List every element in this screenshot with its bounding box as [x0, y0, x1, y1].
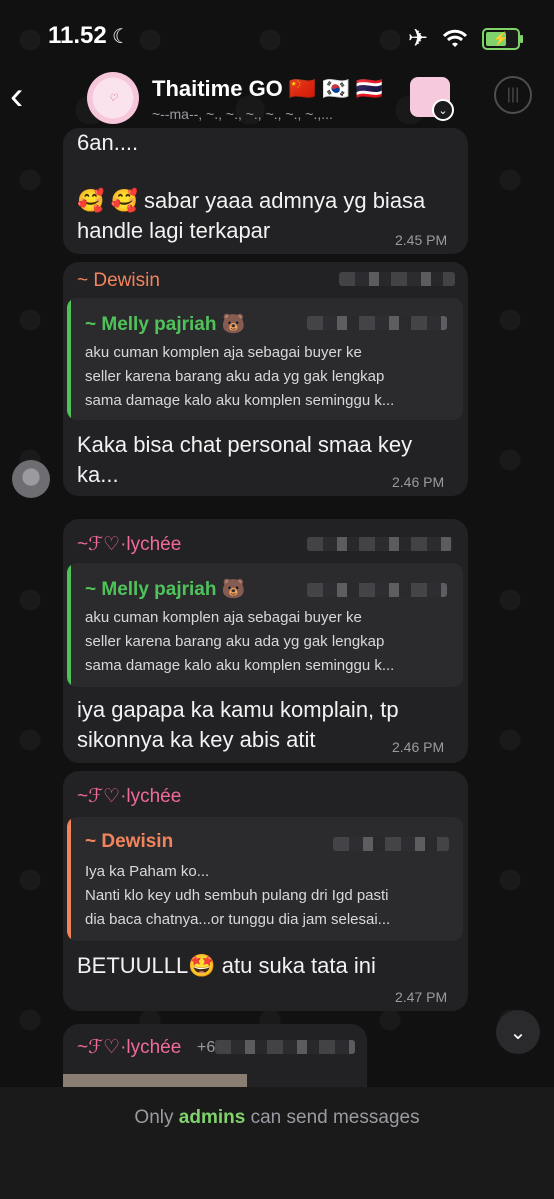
- reply-phone-blurred: [307, 316, 447, 330]
- message-time: 2.45 PM: [395, 232, 448, 248]
- message-bubble[interactable]: ~ℱ♡·lychée ~ Melly pajriah 🐻 aku cuman k…: [63, 519, 468, 763]
- input-bar-disabled: Only admins can send messages: [0, 1087, 554, 1199]
- message-text: ka...: [77, 462, 119, 487]
- reply-text: sama damage kalo aku komplen seminggu k.…: [85, 657, 395, 674]
- reply-quote[interactable]: ~ Melly pajriah 🐻 aku cuman komplen aja …: [67, 563, 463, 687]
- reply-quote[interactable]: ~ Dewisin Iya ka Paham ko... Nanti klo k…: [67, 817, 463, 941]
- message-text: Kaka bisa chat personal smaa key: [77, 432, 413, 457]
- chat-subtitle: ~--ma--, ~., ~., ~., ~., ~., ~.,...: [152, 106, 333, 122]
- chevron-left-icon[interactable]: ‹: [10, 76, 23, 116]
- message-bubble[interactable]: ~ Dewisin ~ Melly pajriah 🐻 aku cuman ko…: [63, 262, 468, 496]
- message-text: sikonnya ka key abis atit: [77, 727, 316, 752]
- reply-text: Iya ka Paham ko...: [85, 863, 210, 880]
- group-thumbnail[interactable]: ⌄: [410, 77, 454, 121]
- reply-text: Nanti klo key udh sembuh pulang dri Igd …: [85, 887, 389, 904]
- reply-sender-name: ~ Melly pajriah 🐻: [85, 314, 246, 335]
- admins-only-notice: Only admins can send messages: [0, 1107, 554, 1129]
- message-text: handle lagi terkapar: [77, 218, 271, 243]
- message-text: 6an....: [77, 130, 139, 155]
- message-text: iya gapapa ka kamu komplain, tp: [77, 697, 399, 722]
- reply-sender-name: ~ Melly pajriah 🐻: [85, 579, 246, 600]
- group-avatar[interactable]: ♡: [87, 72, 139, 124]
- reply-text: aku cuman komplen aja sebagai buyer ke: [85, 344, 362, 361]
- notice-prefix: Only: [134, 1107, 179, 1128]
- message-time: 2.47 PM: [395, 989, 448, 1005]
- message-text: BETUULLL🤩 atu suka tata ini: [77, 953, 376, 978]
- message-bubble[interactable]: 6an.... 🥰 🥰 sabar yaaa admnya yg biasa h…: [63, 128, 468, 254]
- reply-text: seller karena barang aku ada yg gak leng…: [85, 368, 385, 385]
- reply-text: aku cuman komplen aja sebagai buyer ke: [85, 609, 362, 626]
- notice-suffix: can send messages: [245, 1107, 420, 1128]
- sender-phone-blurred: [215, 1040, 355, 1054]
- chat-title[interactable]: Thaitime GO 🇨🇳 🇰🇷 🇹🇭: [152, 76, 383, 102]
- airplane-mode-icon: ✈: [407, 25, 428, 52]
- sender-phone: +6: [197, 1039, 216, 1056]
- sender-name[interactable]: ~ℱ♡·lychée: [77, 1036, 181, 1059]
- status-time: 11.52: [48, 22, 107, 49]
- reply-quote[interactable]: ~ Melly pajriah 🐻 aku cuman komplen aja …: [67, 298, 463, 420]
- wifi-icon: [442, 29, 468, 47]
- message-time: 2.46 PM: [392, 474, 445, 490]
- notice-admins-highlight: admins: [178, 1107, 246, 1128]
- sender-name[interactable]: ~ Dewisin: [77, 270, 160, 292]
- reply-phone-blurred: [307, 583, 447, 597]
- reply-text: sama damage kalo aku komplen seminggu k.…: [85, 392, 395, 409]
- sender-name[interactable]: ~ℱ♡·lychée: [77, 785, 181, 808]
- status-bar: 11.52 ☾ ✈ ⚡: [0, 0, 554, 72]
- image-thumbnail[interactable]: [63, 1074, 247, 1088]
- message-text: 🥰 🥰 sabar yaaa admnya yg biasa: [77, 188, 426, 213]
- reply-text: dia baca chatnya...or tunggu dia jam sel…: [85, 911, 391, 928]
- reply-sender-name: ~ Dewisin: [85, 831, 174, 852]
- user-avatar[interactable]: [12, 460, 50, 498]
- reply-text: seller karena barang aku ada yg gak leng…: [85, 633, 385, 650]
- chat-header: ‹ ♡ Thaitime GO 🇨🇳 🇰🇷 🇹🇭 ~--ma--, ~., ~.…: [0, 70, 554, 130]
- sender-phone-blurred: [339, 272, 455, 286]
- battery-charging-icon: ⚡: [482, 27, 523, 50]
- message-bubble[interactable]: ~ℱ♡·lychée ~ Dewisin Iya ka Paham ko... …: [63, 771, 468, 1011]
- chevron-down-icon: ⌄: [432, 99, 454, 121]
- chevron-down-icon: ⌄: [509, 1021, 527, 1044]
- do-not-disturb-icon: ☾: [112, 26, 130, 48]
- status-icons: ✈ ⚡: [407, 24, 523, 53]
- scroll-down-button[interactable]: ⌄: [496, 1010, 540, 1054]
- sender-name[interactable]: ~ℱ♡·lychée: [77, 533, 181, 556]
- message-time: 2.46 PM: [392, 739, 445, 755]
- sender-phone-blurred: [307, 537, 453, 551]
- voice-chat-icon[interactable]: |||: [494, 76, 532, 114]
- reply-phone-blurred: [333, 837, 449, 851]
